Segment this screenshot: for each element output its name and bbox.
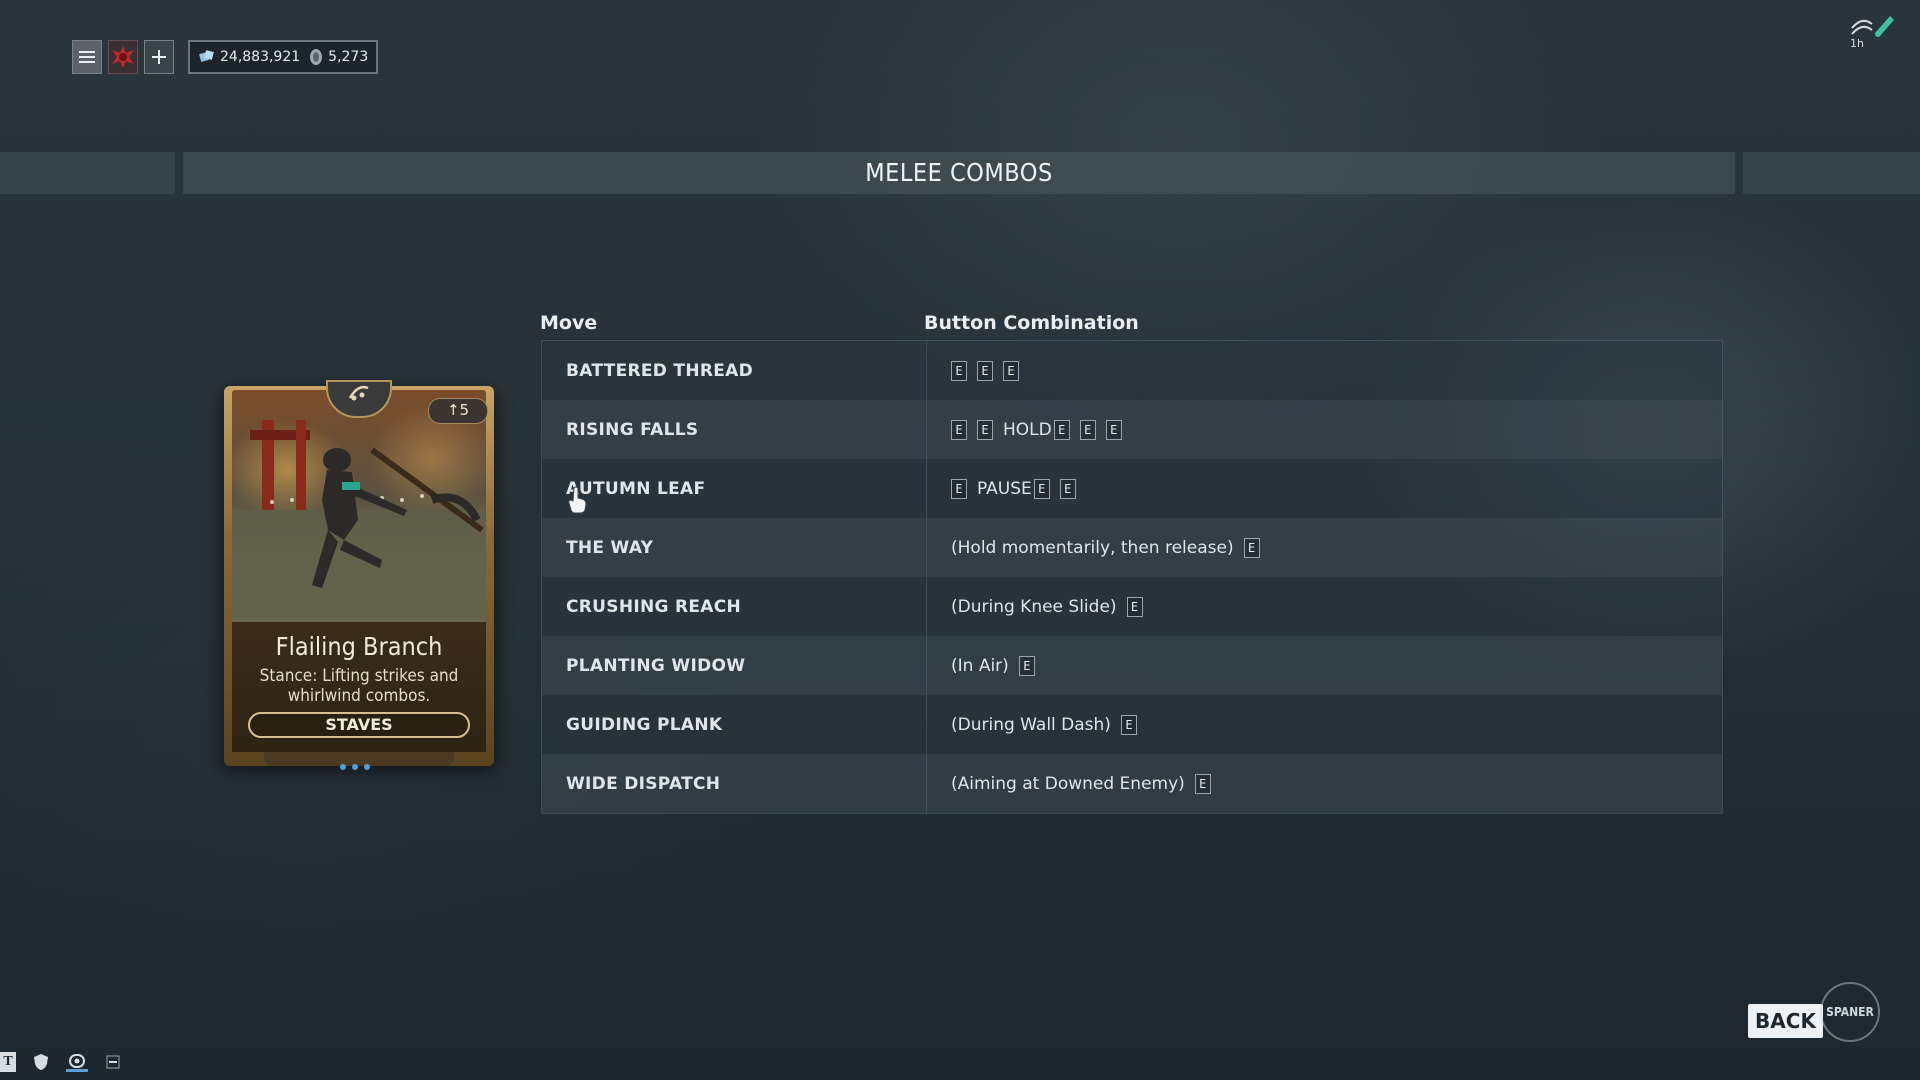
back-button[interactable]: BACK xyxy=(1748,1004,1823,1038)
mod-drain-badge: ↑5 xyxy=(428,398,488,424)
key-icon: E xyxy=(977,419,993,440)
button-combination: (Hold momentarily, then release) E xyxy=(927,518,1722,577)
channel-watermark: SPANER xyxy=(1820,982,1880,1042)
minimize-icon[interactable] xyxy=(102,1052,124,1072)
bottom-tray: T xyxy=(0,1052,124,1072)
credits-value: 24,883,921 xyxy=(220,49,301,65)
combo-text: (In Air) xyxy=(951,655,1009,676)
key-icon: E xyxy=(977,360,993,381)
key-icon: E xyxy=(1120,714,1137,735)
button-combination: EEE xyxy=(927,341,1722,400)
combo-text: PAUSE xyxy=(977,478,1032,499)
title-bar-left-segment xyxy=(0,152,175,194)
key-icon: E xyxy=(1126,596,1143,617)
key-icon: E xyxy=(1059,478,1076,499)
platinum-display: 5,273 xyxy=(308,48,368,66)
move-name: CRUSHING REACH xyxy=(542,577,927,636)
combo-row: THE WAY (Hold momentarily, then release) E xyxy=(542,518,1722,577)
platinum-icon xyxy=(310,49,323,65)
platinum-value: 5,273 xyxy=(328,49,369,65)
move-name: RISING FALLS xyxy=(542,400,927,459)
move-name: AUTUMN LEAF xyxy=(542,459,927,518)
combo-table: BATTERED THREAD E E E RISING FALLS E E HOLD E E E A… xyxy=(541,340,1723,814)
key-icon: E xyxy=(951,478,967,499)
move-name: WIDE DISPATCH xyxy=(542,754,927,813)
mouse-cursor xyxy=(568,486,587,514)
column-header-move: Move xyxy=(540,312,598,334)
currency-display[interactable]: 24,883,921 5,273 xyxy=(188,40,379,74)
button-combination: E E HOLD E E E xyxy=(927,400,1722,459)
button-combination: (In Air) E xyxy=(927,636,1722,695)
clan-emblem-icon[interactable] xyxy=(108,40,138,74)
key-icon: E xyxy=(1018,655,1035,676)
rank-dot xyxy=(340,764,346,770)
mod-icon[interactable] xyxy=(66,1052,88,1072)
button-combination: (Aiming at Downed Enemy) E xyxy=(927,754,1722,813)
combo-row: GUIDING PLANK (During Wall Dash) E xyxy=(542,695,1722,754)
credits-display: 24,883,921 xyxy=(198,48,300,66)
key-icon: E xyxy=(1033,478,1050,499)
title-bar-right-segment xyxy=(1743,152,1920,194)
combo-row: CRUSHING REACH (During Knee Slide) E xyxy=(542,577,1722,636)
rank-dot xyxy=(352,764,358,770)
stance-mod-card[interactable]: ↑5 Flailing Branch Stance: Lifting strik… xyxy=(224,380,494,780)
button-combination: E PAUSE E E xyxy=(927,459,1722,518)
plus-icon[interactable] xyxy=(144,40,174,74)
combo-row: AUTUMN LEAF E PAUSE E E xyxy=(542,459,1722,518)
title-bar: MELEE COMBOS xyxy=(0,152,1920,194)
top-hud: 24,883,921 5,273 xyxy=(72,40,379,74)
move-name: THE WAY xyxy=(542,518,927,577)
card-art xyxy=(232,390,486,622)
daily-tribute-badge[interactable]: 1h xyxy=(1848,10,1898,50)
key-icon: E xyxy=(1243,537,1260,558)
button-combination: (During Wall Dash) E xyxy=(927,695,1722,754)
combo-text: HOLD xyxy=(1003,419,1052,440)
menu-icon[interactable] xyxy=(72,40,102,74)
page-title: MELEE COMBOS xyxy=(865,158,1053,187)
stance-name: Flailing Branch xyxy=(275,632,443,661)
move-name: PLANTING WIDOW xyxy=(542,636,927,695)
column-header-button-combination: Button Combination xyxy=(924,312,1139,334)
combo-text: (During Knee Slide) xyxy=(951,596,1117,617)
stance-weapon-type: STAVES xyxy=(248,712,470,738)
rank-dot xyxy=(364,764,370,770)
key-icon: E xyxy=(1079,419,1096,440)
combo-text: (Hold momentarily, then release) xyxy=(951,537,1234,558)
combo-text: (During Wall Dash) xyxy=(951,714,1111,735)
key-icon: E xyxy=(1053,419,1070,440)
key-icon: E xyxy=(1003,360,1019,381)
key-icon: E xyxy=(951,360,967,381)
mod-rank-dots xyxy=(340,764,370,770)
move-name: GUIDING PLANK xyxy=(542,695,927,754)
stance-description: Stance: Lifting strikes and whirlwind co… xyxy=(259,666,459,706)
credits-icon xyxy=(199,50,214,62)
daily-tribute-icon xyxy=(1851,16,1894,37)
combo-row: RISING FALLS E E HOLD E E E xyxy=(542,400,1722,459)
button-combination: (During Knee Slide) E xyxy=(927,577,1722,636)
t-icon[interactable]: T xyxy=(0,1052,16,1072)
combo-row: PLANTING WIDOW (In Air) E xyxy=(542,636,1722,695)
daily-tribute-label: 1h xyxy=(1850,37,1864,50)
combo-text: (Aiming at Downed Enemy) xyxy=(951,773,1185,794)
key-icon: E xyxy=(1105,419,1122,440)
key-icon: E xyxy=(951,419,967,440)
shield-icon[interactable] xyxy=(30,1052,52,1072)
key-icon: E xyxy=(1194,773,1211,794)
combo-row: BATTERED THREAD E E E xyxy=(542,341,1722,400)
combo-row: WIDE DISPATCH (Aiming at Downed Enemy) E xyxy=(542,754,1722,813)
move-name: BATTERED THREAD xyxy=(542,341,927,400)
